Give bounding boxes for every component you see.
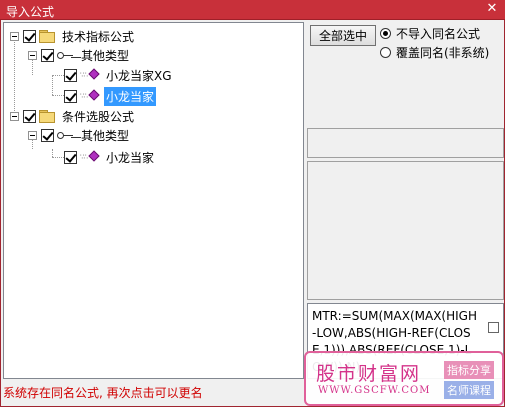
- node-checkbox[interactable]: [23, 109, 36, 123]
- status-message: 系统存在同名公式, 再次点击可以更名: [3, 386, 203, 400]
- node-label: 其他类型: [81, 128, 130, 143]
- watermark-url: WWW.GSCFW.COM: [318, 385, 431, 396]
- node-checkbox[interactable]: [64, 68, 77, 82]
- description-panel: [307, 161, 504, 300]
- node-checkbox[interactable]: [41, 48, 54, 62]
- window-title: 导入公式: [6, 5, 55, 19]
- collapse-icon[interactable]: [10, 111, 19, 121]
- node-checkbox[interactable]: [64, 150, 77, 164]
- node-label: 小龙当家: [104, 86, 157, 106]
- tree-node-other-type[interactable]: 其他类型: [28, 126, 131, 144]
- node-label: 小龙当家: [106, 150, 155, 165]
- tree-line: [52, 149, 53, 157]
- tree-node-indicator-formulas[interactable]: 技术指标公式: [10, 27, 136, 45]
- title-bar: 导入公式 ✕: [0, 0, 505, 20]
- tree-node-formula-selected[interactable]: ∵∴ 小龙当家: [64, 86, 157, 106]
- formula-icon: ∵∴: [80, 150, 100, 163]
- collapse-icon[interactable]: [28, 130, 37, 140]
- radio-overwrite-duplicates[interactable]: 覆盖同名(非系统): [380, 44, 489, 60]
- tree-node-formula[interactable]: ∵∴ 小龙当家XG: [64, 66, 174, 84]
- formula-icon: ∵∴: [80, 89, 100, 102]
- node-label: 小龙当家XG: [106, 68, 172, 83]
- tree-node-formula[interactable]: ∵∴ 小龙当家: [64, 148, 156, 166]
- tree-line: [14, 39, 15, 111]
- select-all-button[interactable]: 全部选中: [310, 25, 376, 46]
- watermark-tag-share: 指标分享: [444, 361, 494, 379]
- node-label: 条件选股公式: [62, 109, 135, 124]
- watermark-logo: 股市财富网 WWW.GSCFW.COM 指标分享 名师课程: [304, 351, 504, 406]
- collapse-icon[interactable]: [10, 31, 19, 41]
- node-checkbox[interactable]: [64, 89, 77, 103]
- radio-skip-duplicates[interactable]: 不导入同名公式: [380, 25, 480, 41]
- radio-label: 覆盖同名(非系统): [396, 45, 490, 60]
- close-icon[interactable]: ✕: [485, 2, 499, 16]
- node-label: 其他类型: [81, 48, 130, 63]
- formula-tree[interactable]: 技术指标公式 其他类型 ∵∴ 小龙当家XG ∵∴ 小龙当家 条件选股公式 其他类…: [3, 22, 304, 379]
- node-label: 技术指标公式: [62, 29, 135, 44]
- tree-line: [52, 75, 53, 95]
- node-checkbox[interactable]: [41, 128, 54, 142]
- watermark-title: 股市财富网: [316, 363, 422, 385]
- radio-label: 不导入同名公式: [396, 26, 481, 41]
- tree-node-other-type[interactable]: 其他类型: [28, 46, 131, 64]
- node-checkbox[interactable]: [23, 29, 36, 43]
- formula-icon: ∵∴: [80, 68, 100, 81]
- collapse-icon[interactable]: [28, 50, 37, 60]
- radio-unselected-icon[interactable]: [380, 46, 391, 58]
- folder-icon: [39, 110, 55, 123]
- radio-selected-icon[interactable]: [380, 27, 391, 39]
- tree-node-condition-formulas[interactable]: 条件选股公式: [10, 107, 136, 125]
- dialog-body: 技术指标公式 其他类型 ∵∴ 小龙当家XG ∵∴ 小龙当家 条件选股公式 其他类…: [0, 20, 505, 407]
- folder-icon: [39, 30, 55, 43]
- key-icon: [57, 129, 75, 141]
- preview-checkbox[interactable]: [488, 322, 499, 333]
- info-field: [307, 128, 504, 158]
- watermark-tag-course: 名师课程: [444, 381, 494, 399]
- key-icon: [57, 49, 75, 61]
